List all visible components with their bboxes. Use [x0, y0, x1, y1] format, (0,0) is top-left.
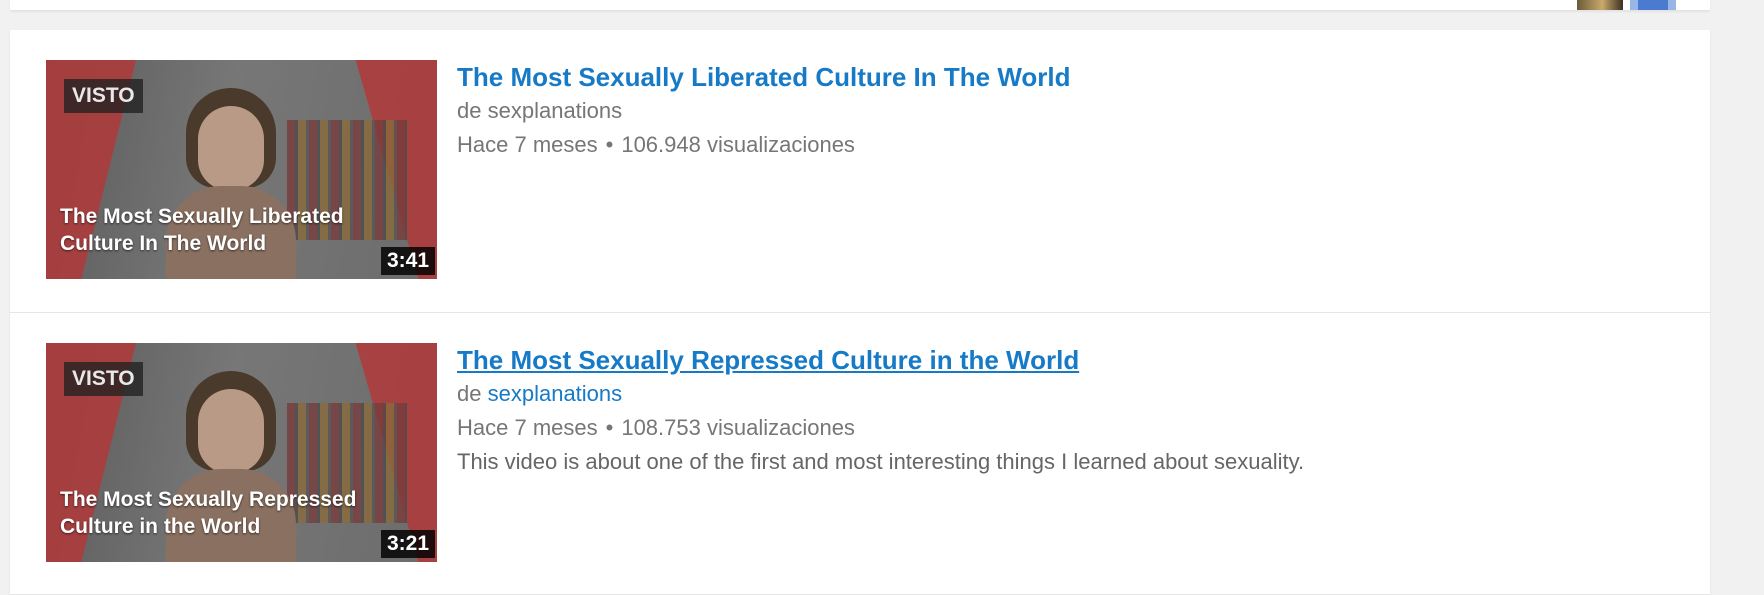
- meta-separator: •: [605, 132, 614, 157]
- presenter-face: [198, 106, 264, 190]
- thumbnail-overlay-title: The Most Sexually Repressed Culture in t…: [60, 488, 357, 538]
- video-title-link[interactable]: The Most Sexually Repressed Culture in t…: [457, 343, 1697, 377]
- byline: de sexplanations: [457, 377, 1697, 411]
- previous-action-fragment[interactable]: [1630, 0, 1676, 10]
- upload-age: Hace 7 meses: [457, 415, 598, 440]
- view-count: 108.753 visualizaciones: [621, 415, 855, 440]
- by-prefix: de: [457, 98, 482, 123]
- channel-link[interactable]: sexplanations: [488, 98, 623, 123]
- view-count: 106.948 visualizaciones: [621, 132, 855, 157]
- video-result: VISTO The Most Sexually Repressed Cultur…: [10, 312, 1710, 595]
- video-thumbnail[interactable]: VISTO The Most Sexually Liberated Cultur…: [46, 60, 437, 279]
- meta-separator: •: [605, 415, 614, 440]
- watched-badge: VISTO: [64, 362, 143, 396]
- video-meta: Hace 7 meses • 108.753 visualizaciones: [457, 411, 1697, 445]
- channel-link[interactable]: sexplanations: [488, 381, 623, 406]
- video-description: This video is about one of the first and…: [457, 449, 1305, 474]
- video-result: VISTO The Most Sexually Liberated Cultur…: [10, 30, 1710, 312]
- video-title-link[interactable]: The Most Sexually Liberated Culture In T…: [457, 60, 1697, 94]
- video-info: The Most Sexually Liberated Culture In T…: [457, 60, 1697, 162]
- video-thumbnail[interactable]: VISTO The Most Sexually Repressed Cultur…: [46, 343, 437, 562]
- video-info: The Most Sexually Repressed Culture in t…: [457, 343, 1697, 479]
- by-prefix: de: [457, 381, 482, 406]
- presenter-face: [198, 389, 264, 473]
- watched-badge: VISTO: [64, 79, 143, 113]
- previous-result-edge: [10, 0, 1710, 11]
- thumbnail-overlay-title: The Most Sexually Liberated Culture In T…: [60, 205, 344, 255]
- byline: de sexplanations: [457, 94, 1697, 128]
- search-results-list: VISTO The Most Sexually Liberated Cultur…: [10, 30, 1710, 594]
- previous-thumbnail-fragment[interactable]: [1577, 0, 1623, 10]
- upload-age: Hace 7 meses: [457, 132, 598, 157]
- video-duration: 3:41: [380, 247, 435, 275]
- video-duration: 3:21: [380, 530, 435, 558]
- video-meta: Hace 7 meses • 106.948 visualizaciones: [457, 128, 1697, 162]
